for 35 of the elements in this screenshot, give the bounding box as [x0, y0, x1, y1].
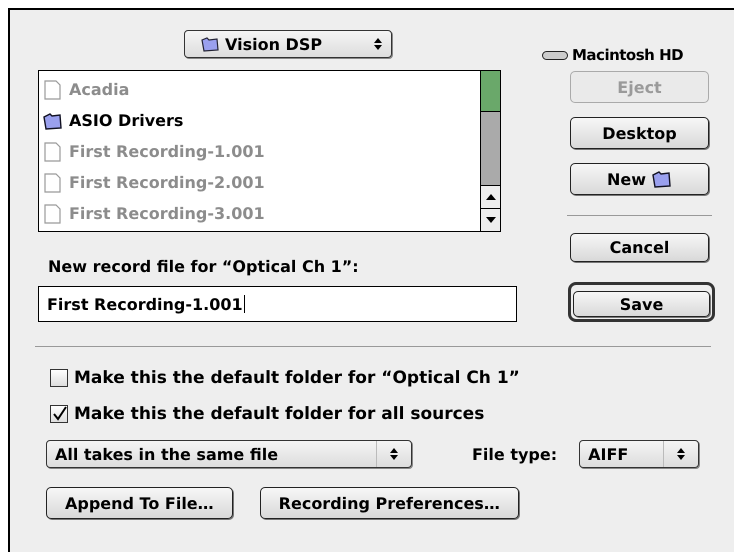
folder-icon [201, 36, 219, 52]
down-arrow-icon [486, 217, 496, 223]
prompt-label: New record file for “Optical Ch 1”: [47, 257, 360, 276]
dialog-button[interactable]: Append To File… [46, 487, 233, 519]
file-name-field[interactable]: First Recording-1.001 [38, 286, 517, 322]
document-icon [43, 80, 63, 100]
document-icon [43, 142, 63, 162]
scroll-bar[interactable] [480, 71, 500, 231]
folder-name: Vision DSP [225, 34, 322, 54]
up-down-arrows-icon [373, 37, 383, 51]
scroll-thumb[interactable] [481, 71, 500, 112]
file-type-popup[interactable]: AIFF [579, 440, 700, 468]
folder-icon [652, 170, 672, 188]
checkbox-label: Make this the default folder for all sources [74, 404, 484, 424]
cancel-button[interactable]: Cancel [570, 233, 709, 262]
scroll-up-button[interactable] [481, 185, 500, 208]
file-list-item[interactable]: ASIO Drivers [39, 105, 480, 136]
dialog-button[interactable]: Desktop [570, 117, 709, 149]
document-icon [43, 204, 63, 224]
file-type-label: File type: [472, 444, 558, 464]
scroll-down-button[interactable] [481, 208, 500, 231]
folder-popup[interactable]: Vision DSP [184, 30, 392, 58]
checkbox[interactable] [50, 405, 68, 423]
up-down-arrows-icon [389, 447, 399, 461]
document-icon [43, 172, 63, 192]
takes-popup[interactable]: All takes in the same file [46, 440, 412, 468]
volume-name: Macintosh HD [572, 46, 684, 64]
folder-icon [43, 112, 63, 130]
up-down-arrows-icon [676, 447, 686, 461]
checkbox[interactable] [50, 369, 68, 387]
save-button[interactable]: Save [573, 291, 710, 317]
dialog-button[interactable]: New [570, 163, 709, 195]
checkbox-label: Make this the default folder for “Optical Ch 1” [74, 368, 520, 388]
up-arrow-icon [486, 194, 496, 200]
dialog-button[interactable]: Recording Preferences… [260, 487, 519, 519]
